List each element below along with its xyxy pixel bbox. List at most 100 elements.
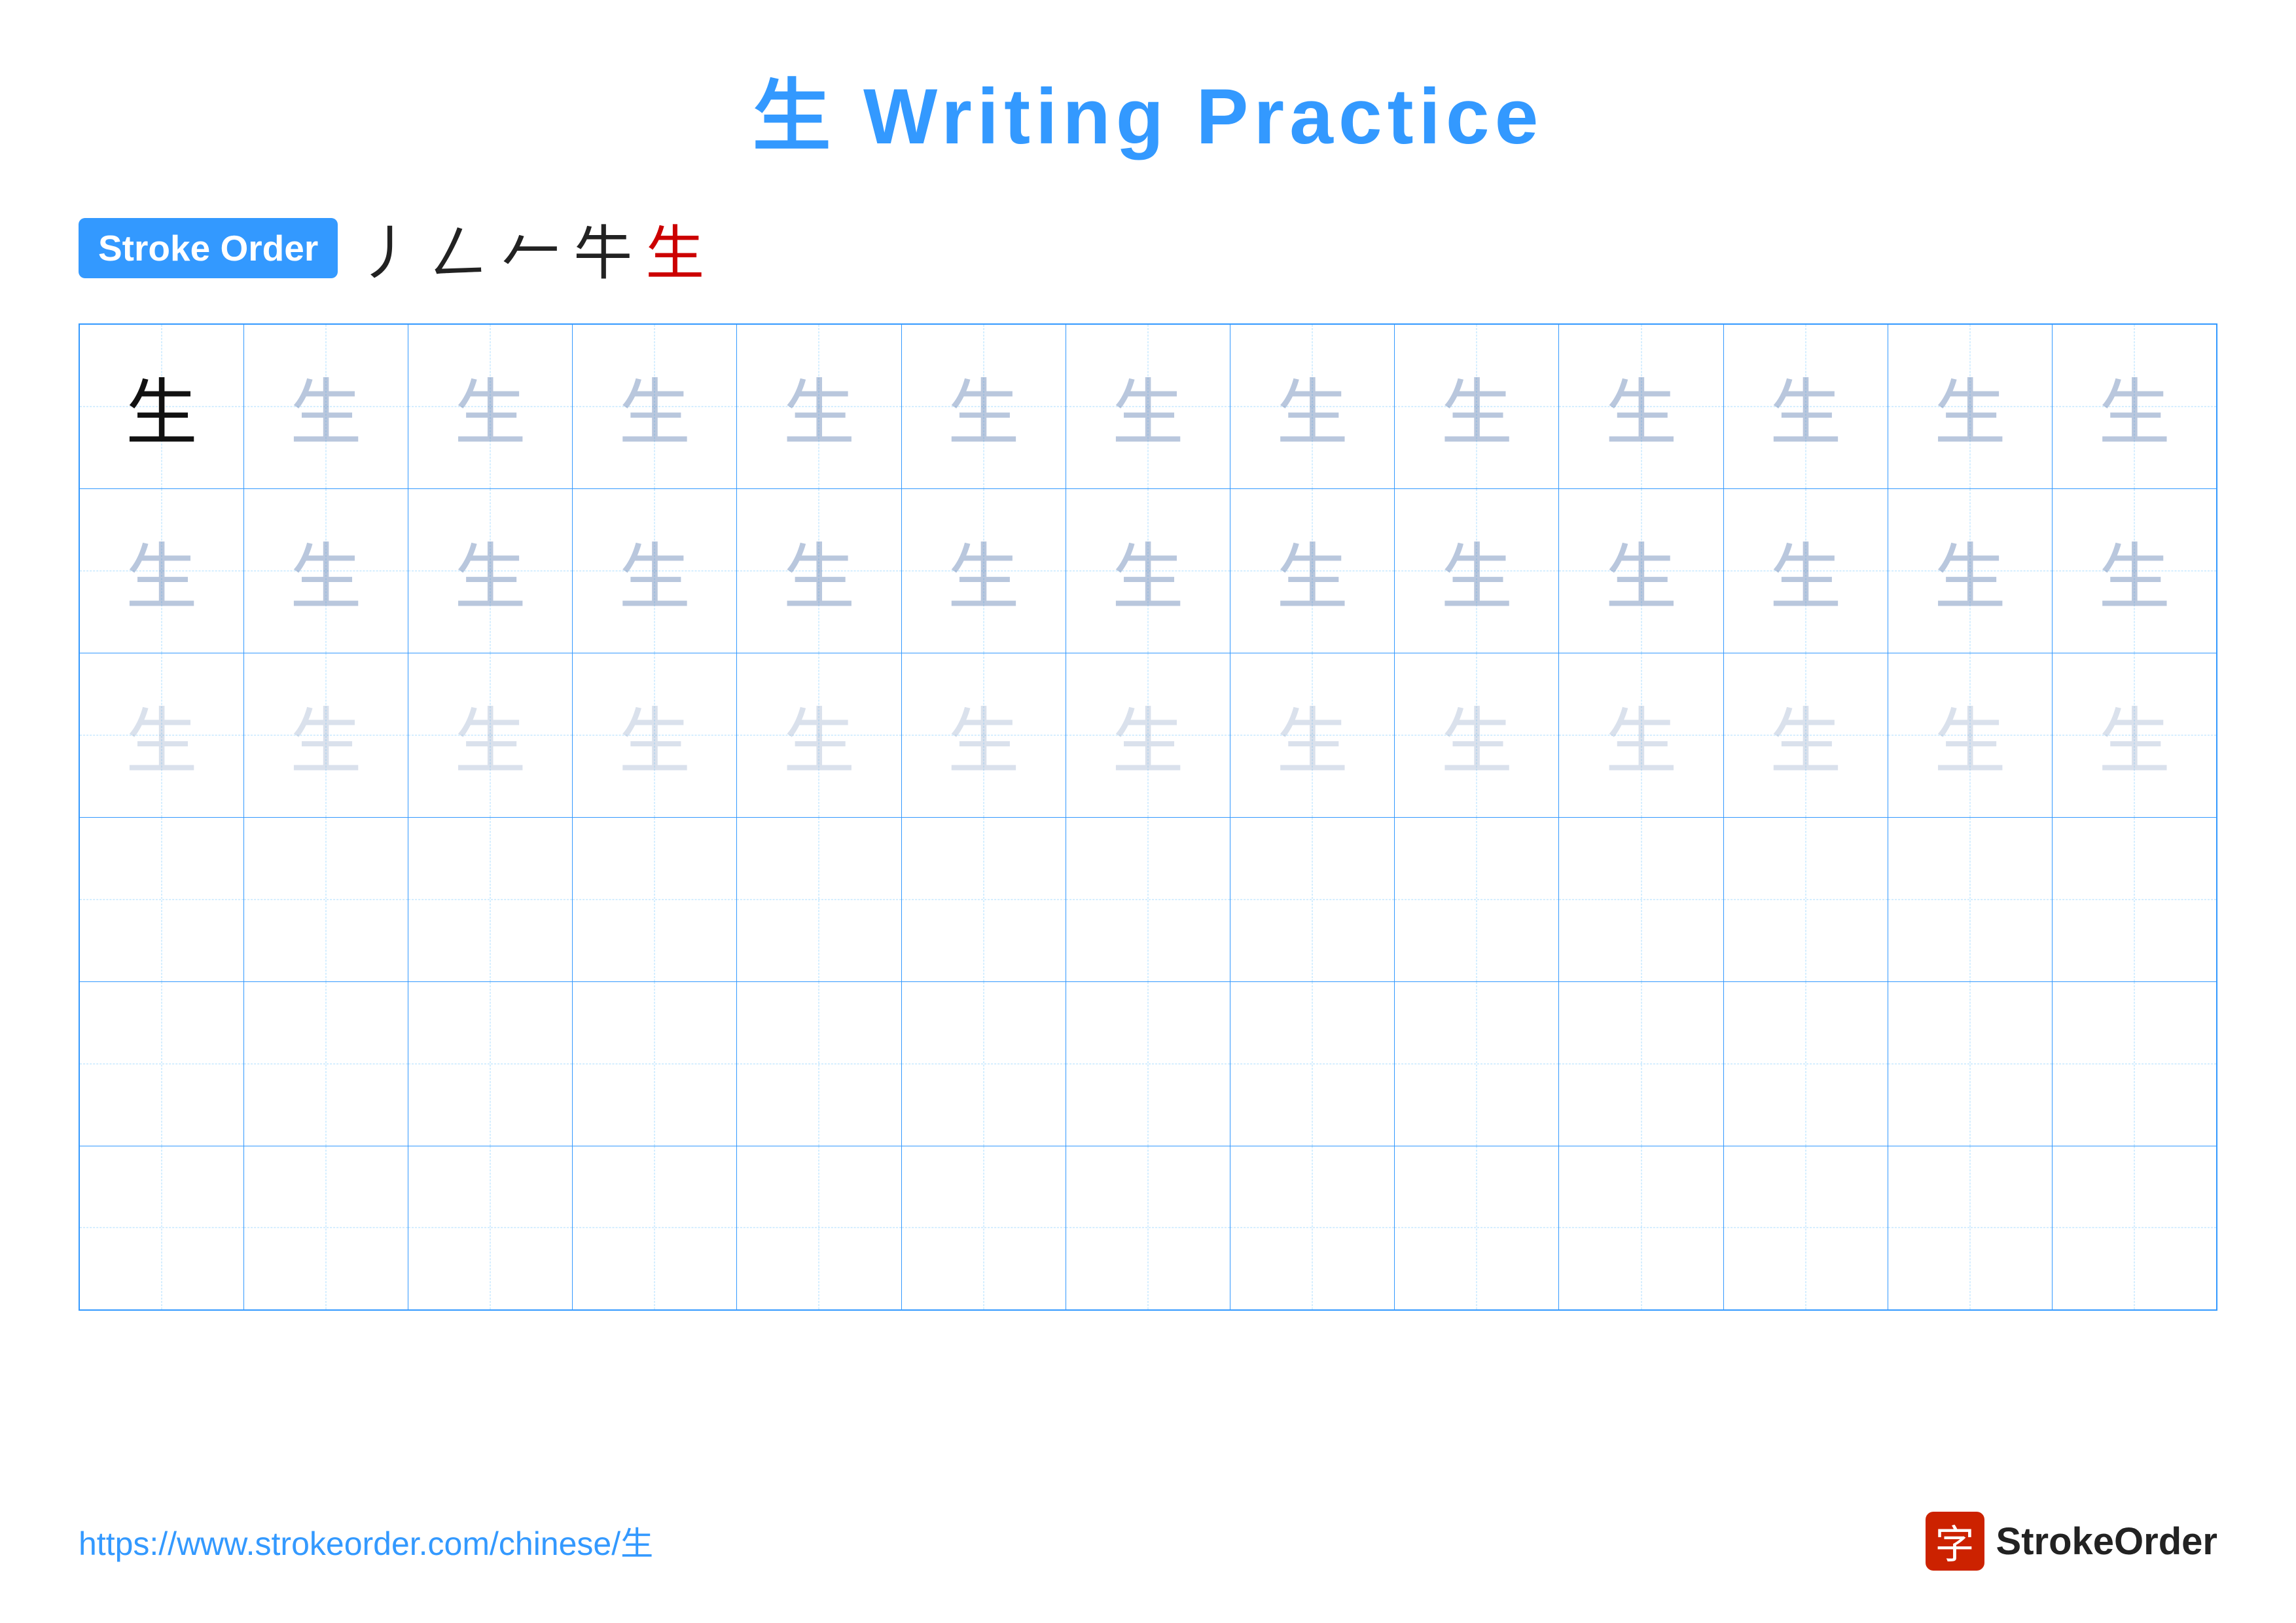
grid-cell[interactable]: 生 (573, 653, 737, 817)
grid-cell[interactable] (408, 1146, 572, 1310)
stroke-2: 𠃋 (429, 206, 488, 291)
grid-cell[interactable]: 生 (2053, 653, 2217, 817)
grid-cell[interactable]: 生 (1395, 324, 1559, 488)
grid-cell[interactable] (573, 981, 737, 1146)
grid-cell[interactable] (1559, 981, 1723, 1146)
grid-cell[interactable] (1395, 817, 1559, 981)
grid-cell[interactable]: 生 (79, 488, 243, 653)
grid-cell[interactable]: 生 (1559, 324, 1723, 488)
footer: https://www.strokeorder.com/chinese/生 字 … (79, 1512, 2217, 1571)
footer-url-link[interactable]: https://www.strokeorder.com/chinese/生 (79, 1518, 653, 1565)
grid-cell[interactable] (1066, 817, 1230, 981)
grid-cell[interactable]: 生 (243, 653, 408, 817)
grid-cell[interactable]: 生 (1230, 653, 1395, 817)
grid-cell[interactable]: 生 (1888, 488, 2052, 653)
grid-cell[interactable] (408, 981, 572, 1146)
grid-cell[interactable]: 生 (2053, 324, 2217, 488)
stroke-order-row: Stroke Order 丿 𠃋 𠂉 牛 生 (79, 206, 2217, 291)
grid-cell[interactable]: 生 (1723, 653, 1888, 817)
grid-cell[interactable]: 生 (573, 324, 737, 488)
grid-cell[interactable]: 生 (1888, 653, 2052, 817)
grid-cell[interactable] (737, 1146, 901, 1310)
stroke-1: 丿 (357, 206, 416, 291)
grid-cell[interactable] (1230, 1146, 1395, 1310)
grid-row-2: 生 生 生 生 生 生 生 生 生 生 生 生 生 (79, 488, 2217, 653)
stroke-3: 𠂉 (501, 206, 560, 291)
grid-cell[interactable]: 生 (1723, 488, 1888, 653)
grid-row-5 (79, 981, 2217, 1146)
grid-cell[interactable] (1888, 817, 2052, 981)
grid-cell[interactable] (573, 817, 737, 981)
grid-cell[interactable]: 生 (901, 488, 1066, 653)
grid-cell[interactable]: 生 (1888, 324, 2052, 488)
grid-cell[interactable] (573, 1146, 737, 1310)
grid-cell[interactable] (737, 981, 901, 1146)
footer-logo-text: StrokeOrder (1996, 1520, 2217, 1563)
grid-cell[interactable]: 生 (901, 324, 1066, 488)
character-model: 生 (126, 374, 198, 454)
stroke-sequence: 丿 𠃋 𠂉 牛 生 (357, 206, 704, 291)
grid-cell[interactable] (1559, 1146, 1723, 1310)
grid-row-1: 生 生 生 生 生 生 生 生 生 生 生 生 生 (79, 324, 2217, 488)
grid-cell[interactable]: 生 (1559, 488, 1723, 653)
grid-cell[interactable] (1559, 817, 1723, 981)
grid-cell[interactable]: 生 (79, 324, 243, 488)
grid-cell[interactable] (243, 1146, 408, 1310)
grid-cell[interactable]: 生 (2053, 488, 2217, 653)
grid-cell[interactable] (1395, 1146, 1559, 1310)
grid-cell[interactable]: 生 (1723, 324, 1888, 488)
grid-cell[interactable]: 生 (1559, 653, 1723, 817)
grid-cell[interactable]: 生 (1395, 488, 1559, 653)
grid-row-6 (79, 1146, 2217, 1310)
grid-row-3: 生 生 生 生 生 生 生 生 生 生 生 生 生 (79, 653, 2217, 817)
grid-cell[interactable] (79, 981, 243, 1146)
grid-cell[interactable]: 生 (408, 653, 572, 817)
grid-cell[interactable] (1723, 1146, 1888, 1310)
grid-cell[interactable] (243, 981, 408, 1146)
grid-cell[interactable]: 生 (243, 488, 408, 653)
grid-cell[interactable] (79, 817, 243, 981)
grid-cell[interactable] (408, 817, 572, 981)
grid-cell[interactable] (79, 1146, 243, 1310)
grid-cell[interactable] (1066, 1146, 1230, 1310)
grid-cell[interactable] (243, 817, 408, 981)
grid-cell[interactable] (2053, 981, 2217, 1146)
stroke-4: 牛 (573, 206, 632, 291)
grid-cell[interactable] (2053, 1146, 2217, 1310)
grid-cell[interactable]: 生 (1395, 653, 1559, 817)
strokeorder-logo-icon: 字 (1926, 1512, 1984, 1571)
grid-cell[interactable]: 生 (737, 488, 901, 653)
grid-cell[interactable]: 生 (573, 488, 737, 653)
grid-cell[interactable] (1723, 817, 1888, 981)
grid-cell[interactable] (1723, 981, 1888, 1146)
grid-cell[interactable]: 生 (1066, 324, 1230, 488)
grid-cell[interactable] (737, 817, 901, 981)
grid-cell[interactable] (1395, 981, 1559, 1146)
footer-logo: 字 StrokeOrder (1926, 1512, 2217, 1571)
grid-cell[interactable] (1888, 1146, 2052, 1310)
grid-cell[interactable] (901, 1146, 1066, 1310)
grid-cell[interactable]: 生 (1230, 488, 1395, 653)
grid-cell[interactable] (1888, 981, 2052, 1146)
grid-cell[interactable] (901, 981, 1066, 1146)
grid-cell[interactable] (1066, 981, 1230, 1146)
grid-cell[interactable]: 生 (737, 653, 901, 817)
grid-cell[interactable] (2053, 817, 2217, 981)
grid-cell[interactable]: 生 (1066, 488, 1230, 653)
grid-cell[interactable]: 生 (901, 653, 1066, 817)
stroke-order-badge: Stroke Order (79, 218, 338, 278)
grid-cell[interactable] (1230, 817, 1395, 981)
stroke-5: 生 (645, 206, 704, 291)
practice-grid: 生 生 生 生 生 生 生 生 生 生 生 生 生 生 生 生 生 生 生 生 … (79, 323, 2217, 1311)
grid-cell[interactable]: 生 (1230, 324, 1395, 488)
grid-cell[interactable]: 生 (737, 324, 901, 488)
grid-cell[interactable] (901, 817, 1066, 981)
grid-cell[interactable] (1230, 981, 1395, 1146)
grid-cell[interactable]: 生 (1066, 653, 1230, 817)
page: 生 Writing Practice Stroke Order 丿 𠃋 𠂉 牛 … (0, 0, 2296, 1623)
grid-cell[interactable]: 生 (408, 324, 572, 488)
grid-cell[interactable]: 生 (243, 324, 408, 488)
grid-cell[interactable]: 生 (79, 653, 243, 817)
page-title: 生 Writing Practice (753, 52, 1544, 166)
grid-cell[interactable]: 生 (408, 488, 572, 653)
